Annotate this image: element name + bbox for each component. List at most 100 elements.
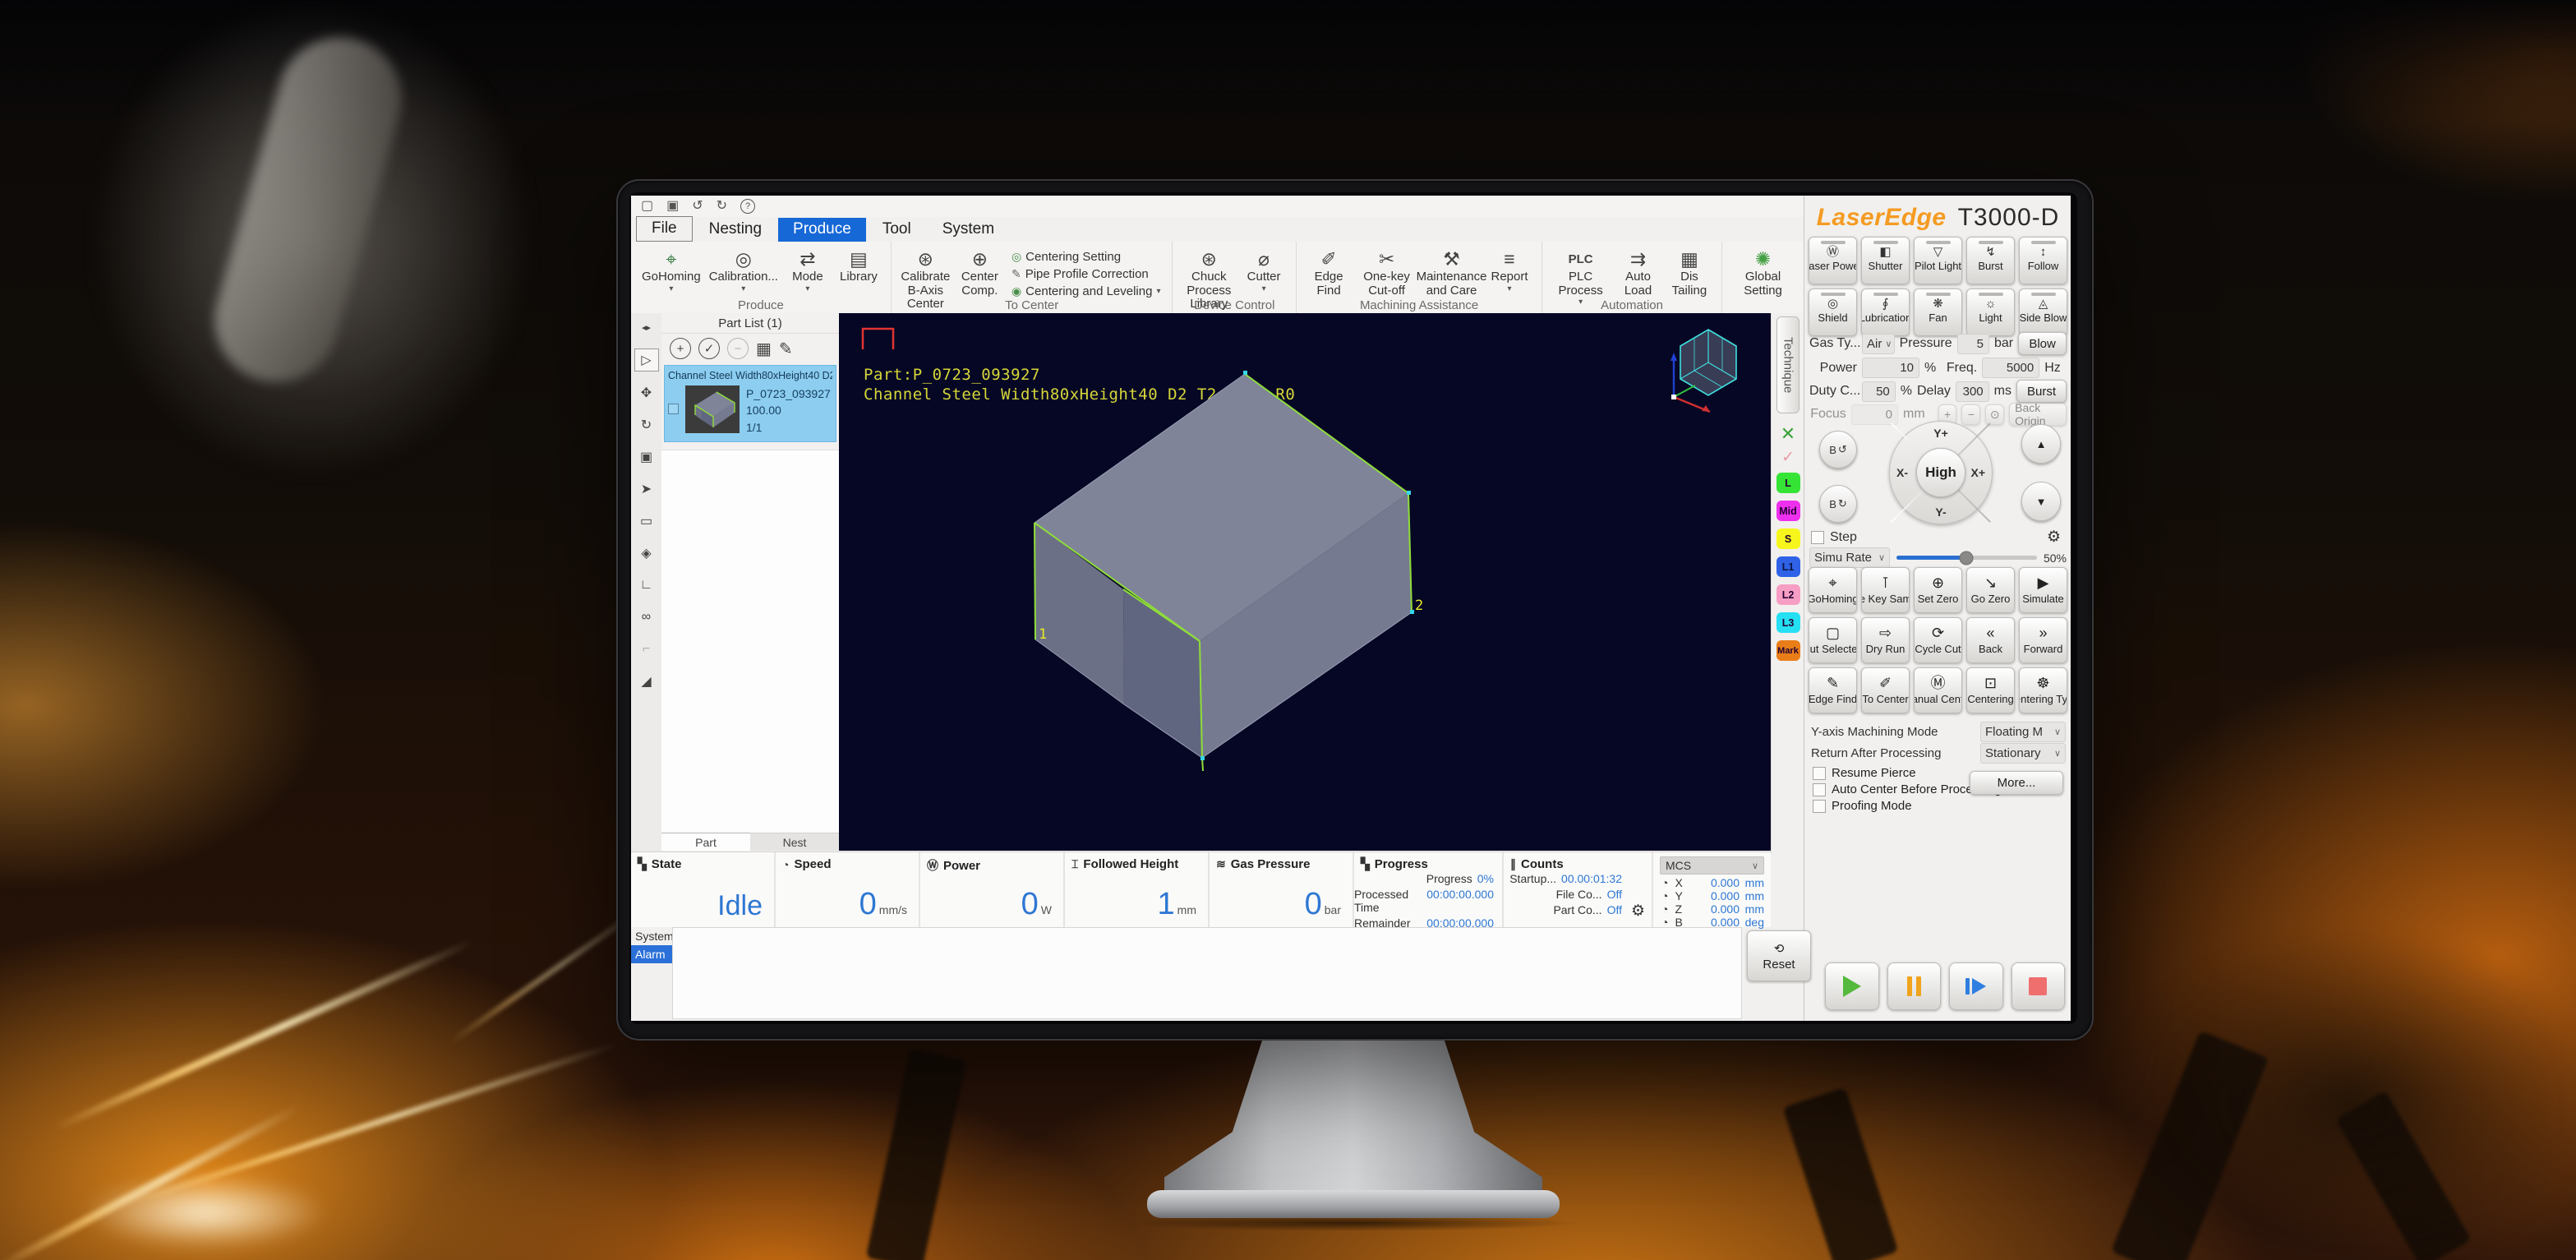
cutter-button[interactable]: ⌀ Cutter ▾ bbox=[1238, 245, 1289, 296]
gear-icon[interactable]: ⚙ bbox=[2047, 528, 2061, 547]
resume-button[interactable] bbox=[1949, 962, 2003, 1010]
blow-button[interactable]: Blow bbox=[2018, 332, 2067, 355]
tab-technique[interactable]: Technique bbox=[1776, 316, 1800, 413]
forward-button[interactable]: »Forward bbox=[2019, 617, 2067, 663]
manual-center-button[interactable]: ⓂManual Center bbox=[1914, 667, 1962, 713]
proofing-mode-checkbox[interactable] bbox=[1813, 800, 1826, 813]
gohoming-button[interactable]: ⌖ GoHoming ▾ bbox=[638, 245, 705, 296]
help-icon[interactable]: ? bbox=[740, 199, 755, 214]
laser-power-toggle[interactable]: ⓌLaser Power bbox=[1809, 237, 1857, 284]
b-ccw-button[interactable]: B↺ bbox=[1819, 431, 1857, 468]
stop-button[interactable] bbox=[2011, 962, 2066, 1010]
duty-input[interactable]: 50 bbox=[1862, 381, 1896, 402]
channel-icon[interactable]: ∟ bbox=[635, 575, 658, 596]
pipe-profile-button[interactable]: ✎ Pipe Profile Correction bbox=[1012, 267, 1161, 281]
orientation-cube[interactable] bbox=[1661, 321, 1759, 413]
light-toggle[interactable]: ☼Light bbox=[1966, 288, 2015, 336]
slope-icon[interactable]: ◢ bbox=[635, 671, 658, 692]
start-button[interactable] bbox=[1825, 962, 1879, 1010]
layer-chip-s[interactable]: S bbox=[1776, 528, 1800, 549]
centering-type-button[interactable]: ☸Centering Type bbox=[2019, 667, 2067, 713]
layer-chip-l3[interactable]: L3 bbox=[1776, 612, 1800, 633]
gohoming-grid-button[interactable]: ⌖GoHoming bbox=[1809, 567, 1857, 613]
tab-part[interactable]: Part bbox=[661, 833, 750, 851]
counts-gear-icon[interactable]: ⚙ bbox=[1631, 902, 1645, 921]
menu-file[interactable]: File bbox=[636, 216, 693, 242]
global-setting-button[interactable]: ✺ Global Setting bbox=[1729, 245, 1797, 300]
log-output[interactable] bbox=[672, 927, 1742, 1019]
pointer-icon[interactable]: ➤ bbox=[635, 478, 658, 500]
layer-chip-l2[interactable]: L2 bbox=[1776, 584, 1800, 605]
side-blow-toggle[interactable]: ◬Side Blow bbox=[2019, 288, 2067, 336]
more-button[interactable]: More... bbox=[1970, 771, 2063, 795]
b-cw-button[interactable]: B↻ bbox=[1819, 485, 1857, 523]
to-center-button[interactable]: ✐To Center bbox=[1861, 667, 1910, 713]
new-file-icon[interactable]: ▢ bbox=[641, 200, 653, 213]
jog-speed-button[interactable]: High bbox=[1916, 448, 1965, 497]
shield-toggle[interactable]: ◎Shield bbox=[1809, 288, 1857, 336]
report-button[interactable]: ≡ Report ▾ bbox=[1484, 245, 1535, 296]
part-checkbox[interactable] bbox=[668, 404, 679, 414]
resume-pierce-checkbox[interactable] bbox=[1813, 767, 1826, 780]
tab-nest[interactable]: Nest bbox=[750, 833, 839, 851]
coord-system-select[interactable]: MCS∨ bbox=[1660, 856, 1764, 875]
burst-button[interactable]: Burst bbox=[2016, 380, 2067, 403]
return-mode-select[interactable]: Stationary∨ bbox=[1980, 743, 2066, 764]
save-icon[interactable]: ▣ bbox=[666, 200, 679, 213]
menu-produce[interactable]: Produce bbox=[778, 218, 866, 242]
select-icon[interactable]: ▷ bbox=[634, 348, 659, 372]
centering-button[interactable]: ⊡Centering bbox=[1966, 667, 2015, 713]
tab-alarm[interactable]: Alarm bbox=[631, 945, 672, 963]
slider-thumb[interactable] bbox=[1960, 551, 1974, 565]
collapse-icon[interactable]: ◂▸ bbox=[635, 316, 658, 338]
simu-rate-select[interactable]: Simu Rate∨ bbox=[1809, 547, 1890, 568]
jog-x-plus[interactable]: X+ bbox=[1970, 466, 1985, 479]
step-checkbox[interactable] bbox=[1811, 531, 1824, 544]
auto-center-checkbox[interactable] bbox=[1813, 783, 1826, 796]
go-zero-button[interactable]: ↘Go Zero bbox=[1966, 567, 2015, 613]
simulate-button[interactable]: ▶Simulate bbox=[2019, 567, 2067, 613]
shutter-toggle[interactable]: ◧Shutter bbox=[1861, 237, 1910, 284]
lubrication-toggle[interactable]: ∮Lubrication bbox=[1861, 288, 1910, 336]
redo-icon[interactable]: ↻ bbox=[717, 200, 727, 213]
dry-run-button[interactable]: ⇨Dry Run bbox=[1861, 617, 1910, 663]
add-part-icon[interactable]: + bbox=[670, 338, 691, 359]
library-button[interactable]: ▤ Library bbox=[833, 245, 884, 287]
check-part-icon[interactable]: ✓ bbox=[698, 338, 720, 359]
z-up-button[interactable]: ▲ bbox=[2021, 424, 2061, 464]
menu-system[interactable]: System bbox=[928, 218, 1009, 242]
inspect-icon[interactable]: ∞ bbox=[635, 607, 658, 628]
auto-load-button[interactable]: ⇉ Auto Load bbox=[1612, 245, 1664, 300]
one-key-sample-button[interactable]: ⊺One Key Sample bbox=[1861, 567, 1910, 613]
pressure-input[interactable]: 5 bbox=[1957, 334, 1989, 354]
dis-tailing-button[interactable]: ▦ Dis Tailing bbox=[1664, 245, 1715, 300]
freq-input[interactable]: 5000 bbox=[1982, 358, 2039, 378]
maintenance-button[interactable]: ⚒ Maintenance and Care bbox=[1419, 245, 1484, 300]
pan-icon[interactable]: ✥ bbox=[635, 382, 658, 404]
edge-find-button[interactable]: ✐ Edge Find bbox=[1303, 245, 1354, 300]
back-button[interactable]: «Back bbox=[1966, 617, 2015, 663]
centering-setting-button[interactable]: ◎ Centering Setting bbox=[1012, 250, 1161, 264]
jog-y-plus[interactable]: Y+ bbox=[1933, 427, 1948, 440]
marquee-icon[interactable]: ▭ bbox=[635, 510, 658, 532]
menu-nesting[interactable]: Nesting bbox=[694, 218, 776, 242]
jog-x-minus[interactable]: X- bbox=[1896, 466, 1908, 479]
cut-selected-button[interactable]: ▢Cut Selected bbox=[1809, 617, 1857, 663]
rotate-icon[interactable]: ↻ bbox=[635, 414, 658, 436]
menu-tool[interactable]: Tool bbox=[868, 218, 926, 242]
edge-find-button[interactable]: ✎Edge Find bbox=[1809, 667, 1857, 713]
viewport-3d[interactable]: Part:P_0723_093927 Channel Steel Width80… bbox=[839, 313, 1771, 851]
layer-chip-l[interactable]: L bbox=[1776, 473, 1800, 493]
center-comp-button[interactable]: ⊕ Center Comp. bbox=[953, 245, 1007, 300]
follow-toggle[interactable]: ↕Follow bbox=[2019, 237, 2067, 284]
tab-system[interactable]: System bbox=[631, 927, 672, 945]
cycle-cut-button[interactable]: ⟳Cycle Cut bbox=[1914, 617, 1962, 663]
part-list-item[interactable]: Channel Steel Width80xHeight40 D2 T2 L10… bbox=[664, 365, 836, 442]
simu-rate-slider[interactable] bbox=[1896, 556, 2037, 560]
set-zero-button[interactable]: ⊕Set Zero bbox=[1914, 567, 1962, 613]
pilot-light-toggle[interactable]: ▽Pilot Light bbox=[1914, 237, 1962, 284]
close-icon[interactable]: ✕ bbox=[1781, 425, 1795, 443]
power-input[interactable]: 10 bbox=[1862, 358, 1919, 378]
jog-y-minus[interactable]: Y- bbox=[1935, 505, 1946, 519]
layer-chip-l1[interactable]: L1 bbox=[1776, 556, 1800, 577]
